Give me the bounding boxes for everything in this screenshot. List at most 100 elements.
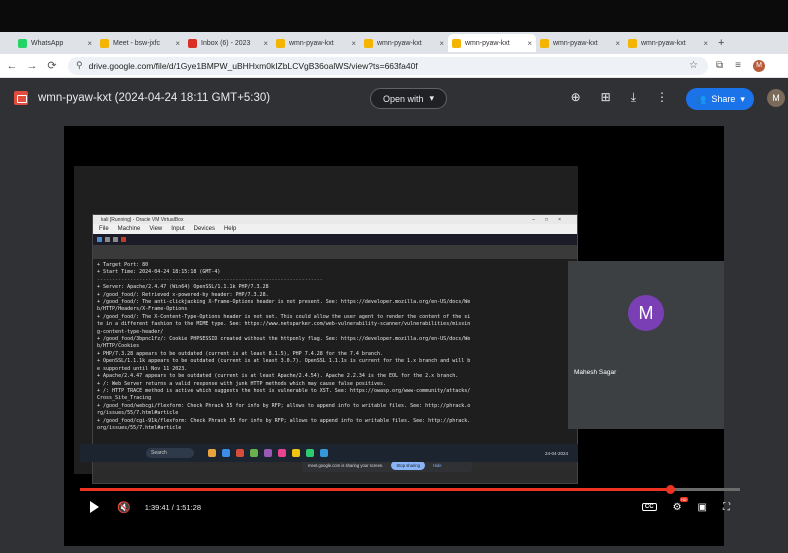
drive-icon xyxy=(276,38,285,48)
progress-scrubber[interactable] xyxy=(666,485,676,494)
windows-taskbar: Search 24-04-2024 xyxy=(80,444,578,462)
drive-icon xyxy=(100,38,109,48)
reload-icon[interactable]: ⟳ xyxy=(44,59,60,72)
add-to-drive-icon[interactable]: ⊕ xyxy=(571,90,581,105)
close-tab-icon[interactable]: × xyxy=(433,39,444,48)
play-icon[interactable] xyxy=(90,501,99,513)
forward-arrow-icon[interactable]: → xyxy=(24,60,40,72)
terminal-tabs xyxy=(93,245,577,259)
terminal-line: + /good_food/webcgi/flexform: Check Phra… xyxy=(97,402,471,409)
extensions-icon[interactable]: ⧉ xyxy=(716,60,723,71)
add-comment-icon[interactable]: ⊞ xyxy=(601,90,611,105)
tray-date: 24-04-2024 xyxy=(544,450,568,456)
meet-participant-tile: M Mahesh Sagar xyxy=(568,261,724,429)
browser-tab[interactable]: Inbox (6) - 2023 × xyxy=(184,34,272,52)
account-avatar[interactable]: M xyxy=(767,89,785,107)
video-frame[interactable]: kali [Running] - Oracle VM VirtualBox –□… xyxy=(64,126,724,546)
more-options-icon[interactable]: ⋮ xyxy=(656,90,668,105)
browser-tab[interactable]: wmn-pyaw-kxt × xyxy=(536,34,624,52)
drive-icon xyxy=(628,38,637,48)
tab-label: WhatsApp xyxy=(31,39,64,47)
close-tab-icon[interactable]: × xyxy=(169,39,180,48)
browser-tab[interactable]: wmn-pyaw-kxt × xyxy=(448,34,536,52)
new-tab-icon[interactable]: + xyxy=(718,37,724,49)
miniplayer-icon[interactable]: ▣ xyxy=(698,502,707,513)
close-tab-icon[interactable]: × xyxy=(345,39,356,48)
drive-viewer: wmn-pyaw-kxt (2024-04-24 18:11 GMT+5:30)… xyxy=(0,78,788,553)
terminal-line: + Apache/2.4.47 appears to be outdated (… xyxy=(97,373,459,380)
terminal-line: b/HTTP/Cookies xyxy=(97,343,140,350)
system-tray: 24-04-2024 xyxy=(545,451,568,456)
back-arrow-icon[interactable]: ← xyxy=(4,60,20,72)
profile-avatar[interactable]: M xyxy=(752,59,765,72)
fullscreen-icon[interactable]: ⛶ xyxy=(723,502,730,513)
tab-label: Meet - bsw-jxfc xyxy=(113,39,161,47)
taskbar-apps xyxy=(208,449,328,457)
player-controls: 🔇 1:39:41 / 1:51:28 CC ⚙ HD ▣ ⛶ xyxy=(80,496,740,518)
taskbar-app-icon xyxy=(208,449,216,457)
terminal-line: + /good_food/: Retrieved x-powered-by he… xyxy=(97,291,269,298)
vm-window-titlebar: kali [Running] - Oracle VM VirtualBox –□… xyxy=(93,215,577,224)
browser-tab[interactable]: wmn-pyaw-kxt × xyxy=(624,34,712,52)
taskbar-app-icon xyxy=(320,449,328,457)
header-actions: ⊕ ⊞ ⤓ ⋮ xyxy=(571,90,668,105)
hide-button[interactable]: Hide xyxy=(433,463,442,468)
mute-icon[interactable]: 🔇 xyxy=(117,501,131,514)
browser-tab[interactable]: Meet - bsw-jxfc × xyxy=(96,34,184,52)
site-info-icon[interactable]: ⚲ xyxy=(76,60,83,71)
video-progress-bar[interactable] xyxy=(80,485,740,494)
vm-menu-item[interactable]: View xyxy=(149,226,162,232)
close-tab-icon[interactable]: × xyxy=(521,39,532,48)
vm-menu-item[interactable]: Input xyxy=(171,226,184,232)
terminal-line: e supported until Nov 11 2023. xyxy=(97,365,188,372)
close-tab-icon[interactable]: × xyxy=(81,39,92,48)
vm-window-title: kali [Running] - Oracle VM VirtualBox xyxy=(101,216,184,223)
url-input[interactable]: ⚲ drive.google.com/file/d/1Gye1BMPW_uBHH… xyxy=(68,56,708,75)
tab-label: wmn-pyaw-kxt xyxy=(641,39,686,47)
download-icon[interactable]: ⤓ xyxy=(631,90,636,105)
terminal-line: ----------------------------------------… xyxy=(97,276,323,283)
browser-tab-strip: WhatsApp × Meet - bsw-jxfc × Inbox (6) - 202… xyxy=(0,32,788,54)
kali-panel xyxy=(93,234,577,245)
tab-search-icon[interactable]: ≡ xyxy=(735,60,741,71)
share-button[interactable]: 👥 Share ▾ xyxy=(686,88,754,110)
settings-gear-icon[interactable]: ⚙ HD xyxy=(673,496,688,513)
browser-tab[interactable]: wmn-pyaw-kxt × xyxy=(272,34,360,52)
tab-label: wmn-pyaw-kxt xyxy=(465,39,510,47)
vm-menu-item[interactable]: Help xyxy=(224,226,236,232)
terminal-line: Cross_Site_Tracing xyxy=(97,395,152,402)
window-controls-icon: –□× xyxy=(532,216,571,223)
browser-tab[interactable]: wmn-pyaw-kxt × xyxy=(360,34,448,52)
file-title: wmn-pyaw-kxt (2024-04-24 18:11 GMT+5:30) xyxy=(38,92,271,104)
terminal-line: org/issues/55/7.html#article xyxy=(97,424,182,431)
terminal-line: te in a different fashion to the MIME ty… xyxy=(97,321,471,328)
tab-label: wmn-pyaw-kxt xyxy=(553,39,598,47)
captions-icon[interactable]: CC xyxy=(641,503,657,511)
close-tab-icon[interactable]: × xyxy=(609,39,620,48)
vm-menubar: File Machine View Input Devices Help xyxy=(93,224,577,234)
time-display: 1:39:41 / 1:51:28 xyxy=(144,502,202,512)
vm-menu-item[interactable]: File xyxy=(99,226,109,232)
address-bar-row: ← → ⟳ ⚲ drive.google.com/file/d/1Gye1BMP… xyxy=(0,54,788,78)
close-tab-icon[interactable]: × xyxy=(697,39,708,48)
terminal-line: + OpenSSL/1.1.1k appears to be outdated … xyxy=(97,358,471,365)
bookmark-star-icon[interactable]: ☆ xyxy=(689,60,698,71)
terminal-line: + /good_food/: The X-Content-Type-Option… xyxy=(97,313,471,320)
terminal-line: rg/issues/55/7.html#article xyxy=(97,410,179,417)
browser-tab[interactable]: WhatsApp × xyxy=(14,34,96,52)
taskbar-app-icon xyxy=(306,449,314,457)
taskbar-search-label: Search xyxy=(151,450,167,456)
taskbar-app-icon xyxy=(222,449,230,457)
terminal-line: + /good_food/: The anti-clickjacking X-F… xyxy=(97,299,471,306)
terminal-line: + /: Web Server returns a valid response… xyxy=(97,380,386,387)
kali-menu-icon xyxy=(97,237,102,242)
vm-menu-item[interactable]: Devices xyxy=(194,226,215,232)
open-with-button[interactable]: Open with ▾ xyxy=(370,88,448,109)
taskbar-app-icon xyxy=(292,449,300,457)
vm-menu-item[interactable]: Machine xyxy=(118,226,141,232)
close-tab-icon[interactable]: × xyxy=(257,39,268,48)
taskbar-search: Search xyxy=(146,448,194,458)
terminal-line: + /good_food/cgi-91k/flexform: Check Phr… xyxy=(97,417,471,424)
share-notice-text: meet.google.com is sharing your screen. xyxy=(308,462,384,468)
taskbar-app-icon xyxy=(236,449,244,457)
